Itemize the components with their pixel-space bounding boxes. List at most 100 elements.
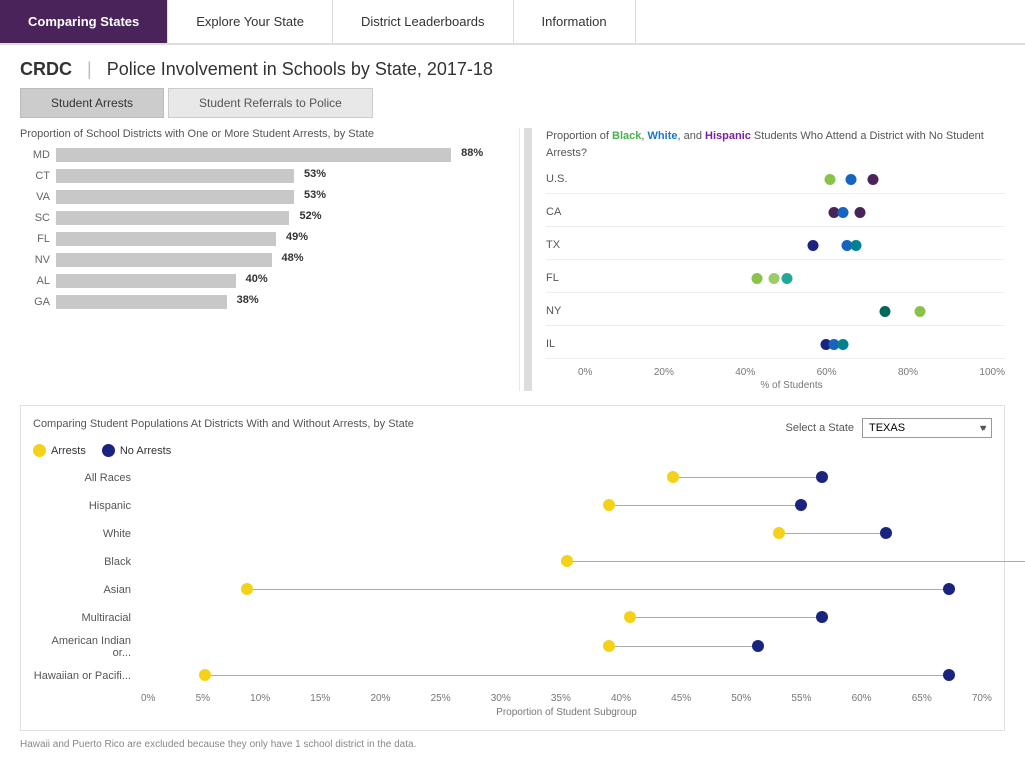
dumbbell-label: Asian — [33, 584, 141, 596]
legend: Arrests No Arrests — [33, 444, 992, 457]
dumbbell-x-axis: 0%5%10%15%20%25%30%35%40%45%50%55%60%65%… — [33, 693, 992, 704]
dumbbell-line — [609, 505, 800, 506]
bar-label: VA — [20, 191, 50, 203]
bar-fill — [56, 148, 451, 162]
dumbbell-label: Hispanic — [33, 500, 141, 512]
dumbbell-row: All Races — [33, 467, 992, 489]
dumbbell-line — [673, 477, 822, 478]
bar-fill — [56, 274, 236, 288]
bar-fill — [56, 169, 294, 183]
data-dot — [752, 273, 763, 284]
dumbbell-line — [609, 646, 758, 647]
dumbbell-row: Black — [33, 551, 992, 573]
dot-row: U.S. — [546, 169, 1005, 194]
dot-row: TX — [546, 235, 1005, 260]
bar-pct-label: 53% — [300, 168, 326, 180]
nav-tab-district[interactable]: District Leaderboards — [333, 0, 514, 43]
data-dot — [837, 339, 848, 350]
no-arrests-dot — [752, 640, 764, 652]
nav-tab-comparing-states[interactable]: Comparing States — [0, 0, 167, 43]
no-arrests-dot — [795, 499, 807, 511]
bar-label: MD — [20, 149, 50, 161]
tab-student-arrests[interactable]: Student Arrests — [20, 88, 164, 118]
bar-label: AL — [20, 275, 50, 287]
bar-chart-title: Proportion of School Districts with One … — [20, 128, 505, 140]
dumbbell-row: American Indian or... — [33, 635, 992, 659]
bar-pct-label: 38% — [233, 294, 259, 306]
bar-row: FL 49% — [20, 232, 505, 246]
dumbbell-label: American Indian or... — [33, 635, 141, 659]
dumbbell-label: All Races — [33, 472, 141, 484]
bar-label: GA — [20, 296, 50, 308]
tab-student-referrals[interactable]: Student Referrals to Police — [168, 88, 373, 118]
data-dot — [850, 240, 861, 251]
arrests-dot — [667, 471, 679, 483]
dot-chart-title: Proportion of Black, White, and Hispanic… — [546, 128, 1005, 161]
bar-row: MD 88% — [20, 148, 505, 162]
dot-row-label: NY — [546, 305, 578, 317]
no-arrests-dot-icon — [102, 444, 115, 457]
nav-tab-explore[interactable]: Explore Your State — [167, 0, 333, 43]
bar-fill — [56, 253, 272, 267]
left-scrollbar[interactable] — [524, 128, 532, 391]
dot-row-label: FL — [546, 272, 578, 284]
bar-pct-label: 49% — [282, 231, 308, 243]
dot-x-axis: 0% 20% 40% 60% 80% 100% — [546, 367, 1005, 378]
dot-row: IL — [546, 334, 1005, 359]
footer-note: Hawaii and Puerto Rico are excluded beca… — [20, 739, 1005, 750]
dumbbell-row: White — [33, 523, 992, 545]
bar-pct-label: 52% — [295, 210, 321, 222]
no-arrests-dot — [943, 583, 955, 595]
dot-row-label: U.S. — [546, 173, 578, 185]
arrests-dot — [561, 555, 573, 567]
bar-pct-label: 48% — [278, 252, 304, 264]
state-selector-group: Select a State TEXASALABAMACALIFORNIAFLO… — [786, 418, 993, 438]
arrests-dot — [199, 669, 211, 681]
dumbbell-label: Hawaiian or Pacifi... — [33, 670, 141, 682]
dumbbell-line — [247, 589, 949, 590]
dot-row-label: IL — [546, 338, 578, 350]
bar-pct-label: 88% — [457, 147, 483, 159]
data-dot — [807, 240, 818, 251]
state-select[interactable]: TEXASALABAMACALIFORNIAFLORIDAGEORGIAMARY… — [862, 418, 992, 438]
nav-tab-information[interactable]: Information — [514, 0, 636, 43]
bottom-header: Comparing Student Populations At Distric… — [33, 418, 992, 438]
dumbbell-label: Multiracial — [33, 612, 141, 624]
data-dot — [880, 306, 891, 317]
dumbbell-row: Hawaiian or Pacifi... — [33, 665, 992, 687]
bottom-section: Comparing Student Populations At Distric… — [20, 405, 1005, 731]
dumbbell-label: White — [33, 528, 141, 540]
arrests-dot-icon — [33, 444, 46, 457]
dumbbell-label: Black — [33, 556, 141, 568]
left-panel: Proportion of School Districts with One … — [20, 128, 520, 391]
data-dot — [914, 306, 925, 317]
state-select-wrapper: TEXASALABAMACALIFORNIAFLORIDAGEORGIAMARY… — [862, 418, 992, 438]
arrests-dot — [241, 583, 253, 595]
bar-label: FL — [20, 233, 50, 245]
dumbbell-line — [205, 675, 950, 676]
dot-row-label: TX — [546, 239, 578, 251]
dumbbell-x-label: Proportion of Student Subgroup — [33, 707, 992, 718]
bar-fill — [56, 232, 276, 246]
dumbbell-row: Asian — [33, 579, 992, 601]
dot-row: NY — [546, 301, 1005, 326]
crdc-label: CRDC — [20, 59, 72, 79]
bar-fill — [56, 295, 227, 309]
dot-row-label: CA — [546, 206, 578, 218]
bar-row: CT 53% — [20, 169, 505, 183]
dumbbell-row: Multiracial — [33, 607, 992, 629]
bar-row: GA 38% — [20, 295, 505, 309]
data-dot — [782, 273, 793, 284]
top-nav: Comparing States Explore Your State Dist… — [0, 0, 1025, 45]
no-arrests-dot — [880, 527, 892, 539]
title-divider: | — [87, 59, 92, 79]
legend-no-arrests: No Arrests — [102, 444, 171, 457]
bar-fill — [56, 211, 289, 225]
dot-row: CA — [546, 202, 1005, 227]
right-panel: Proportion of Black, White, and Hispanic… — [536, 128, 1005, 391]
bar-label: NV — [20, 254, 50, 266]
bar-label: CT — [20, 170, 50, 182]
page-subtitle: Police Involvement in Schools by State, … — [107, 59, 493, 79]
no-arrests-dot — [943, 669, 955, 681]
bar-row: NV 48% — [20, 253, 505, 267]
